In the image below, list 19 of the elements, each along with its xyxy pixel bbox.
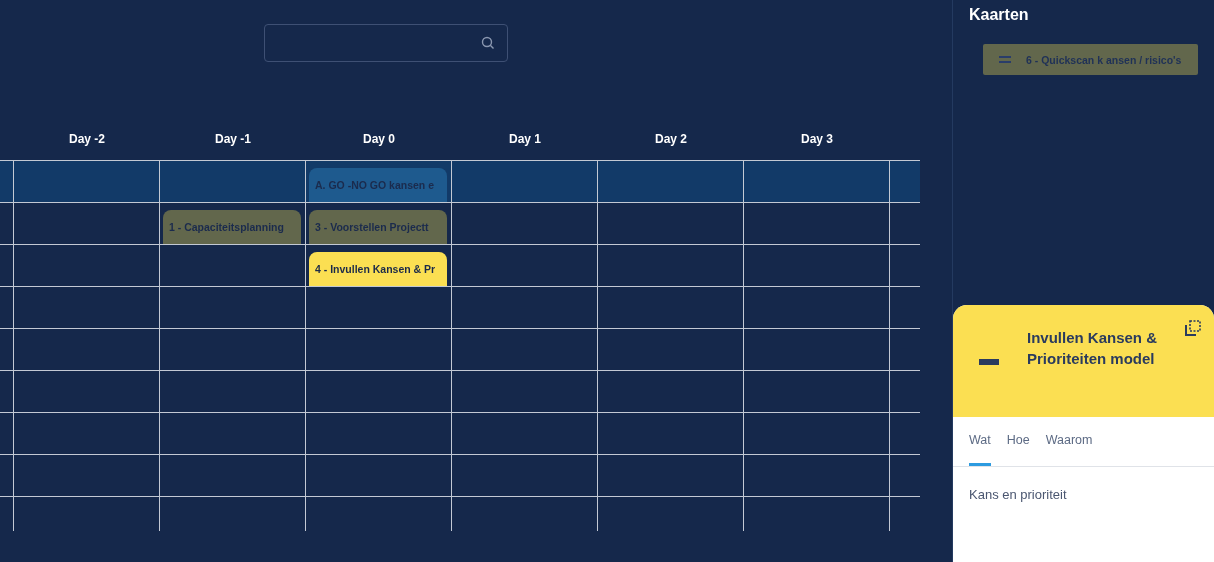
day-header: Day 0 xyxy=(363,132,395,146)
search-field[interactable] xyxy=(264,24,508,62)
day-header: Day 1 xyxy=(509,132,541,146)
copy-icon[interactable] xyxy=(1184,319,1202,337)
card-label: 6 - Quickscan k ansen / risico's xyxy=(1026,53,1182,66)
detail-tab[interactable]: Hoe xyxy=(1006,417,1030,466)
detail-tab[interactable]: Waarom xyxy=(1045,417,1093,466)
calendar-card[interactable]: 4 - Invullen Kansen & Pr xyxy=(309,252,447,286)
sidebar-title: Kaarten xyxy=(968,5,1030,24)
day-header: Day -1 xyxy=(215,132,251,146)
day-header: Day -2 xyxy=(69,132,105,146)
day-header: Day 3 xyxy=(801,132,833,146)
drag-handle-icon xyxy=(999,56,1011,63)
detail-tab[interactable]: Wat xyxy=(969,417,991,466)
detail-title: Invullen Kansen & Prioriteiten model xyxy=(1027,328,1159,369)
search-icon xyxy=(481,36,495,50)
day-header: Day 2 xyxy=(655,132,687,146)
detail-content: Kans en prioriteit xyxy=(968,486,1068,504)
minus-icon xyxy=(979,359,999,365)
